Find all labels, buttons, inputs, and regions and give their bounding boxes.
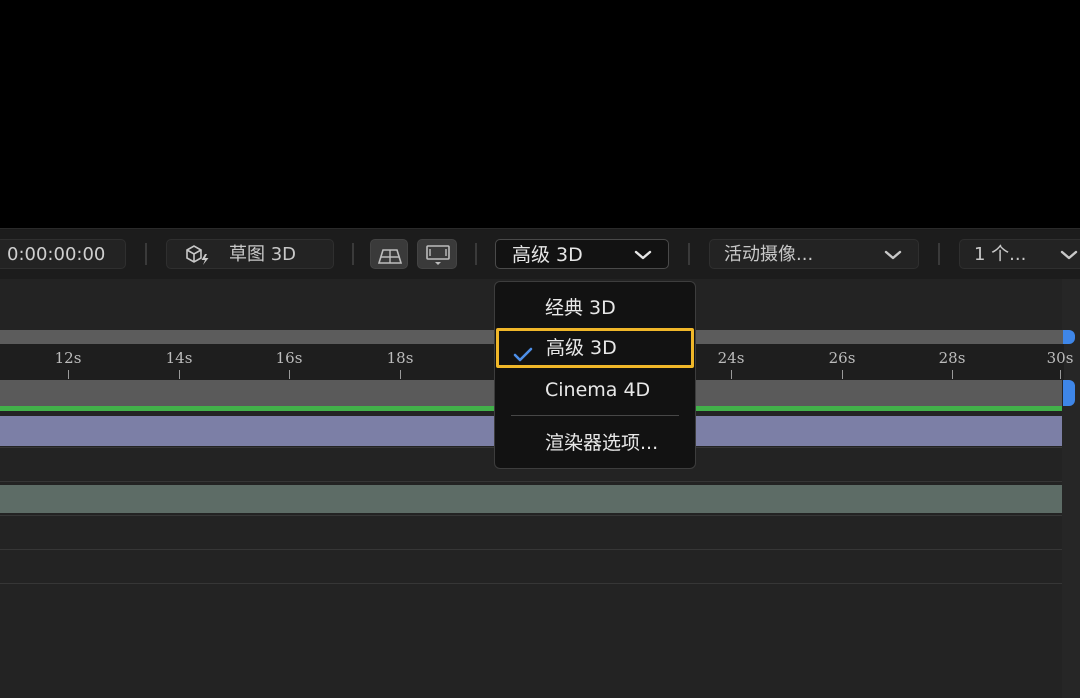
- camera-dropdown-value: 活动摄像...: [724, 244, 814, 265]
- tick-label: 24s: [717, 349, 745, 367]
- timecode-text: 0:00:00:00: [7, 244, 106, 265]
- chevron-down-icon: [882, 244, 904, 268]
- chevron-down-icon: [632, 244, 654, 268]
- ground-plane-icon: [376, 246, 404, 268]
- camera-dropdown[interactable]: 活动摄像...: [709, 239, 919, 269]
- tick-label: 30s: [1046, 349, 1074, 367]
- menu-item-renderer-options[interactable]: 渲染器选项...: [495, 423, 695, 463]
- time-navigator-end-handle[interactable]: [1063, 330, 1075, 344]
- tick-label: 26s: [828, 349, 856, 367]
- menu-item-advanced-3d[interactable]: 高级 3D: [496, 328, 694, 368]
- work-area-end-handle[interactable]: [1063, 380, 1075, 406]
- layer-bar[interactable]: [0, 485, 1062, 513]
- tick-label: 28s: [938, 349, 966, 367]
- tick-mark: [179, 370, 180, 379]
- menu-separator: [511, 415, 679, 416]
- tick-label: 18s: [386, 349, 414, 367]
- timecode-display[interactable]: 0:00:00:00: [0, 239, 126, 269]
- views-layout-value: 1 个...: [974, 244, 1027, 265]
- tick-label: 14s: [165, 349, 193, 367]
- toolbar-separator: [145, 243, 147, 265]
- toolbar-separator: [688, 243, 690, 265]
- toolbar-separator: [938, 243, 940, 265]
- tick-mark: [68, 370, 69, 379]
- tick-label: 16s: [275, 349, 303, 367]
- chevron-down-icon: [1058, 244, 1080, 268]
- toolbar-separator: [352, 243, 354, 265]
- row-divider: [0, 549, 1062, 550]
- tick-mark: [289, 370, 290, 379]
- row-divider: [0, 481, 1062, 482]
- views-layout-dropdown[interactable]: 1 个...: [959, 239, 1080, 269]
- draft-3d-icon: [183, 244, 213, 268]
- draft-3d-label: 草图 3D: [229, 244, 297, 265]
- draft-3d-button[interactable]: 草图 3D: [166, 239, 334, 269]
- ground-plane-button[interactable]: [370, 239, 408, 269]
- composition-viewer: [0, 0, 1080, 228]
- extended-viewer-button[interactable]: [417, 239, 457, 269]
- tick-mark: [731, 370, 732, 379]
- renderer-menu: 经典 3D 高级 3D Cinema 4D 渲染器选项...: [494, 281, 696, 469]
- toolbar-separator: [475, 243, 477, 265]
- tick-label: 12s: [54, 349, 82, 367]
- renderer-dropdown-value: 高级 3D: [512, 244, 583, 266]
- tick-mark: [1060, 370, 1061, 379]
- menu-item-label: 渲染器选项...: [545, 432, 659, 454]
- checkmark-icon: [513, 340, 533, 374]
- extended-viewer-icon: [424, 244, 452, 268]
- viewer-toolbar: 0:00:00:00 草图 3D 高级 3D 活动摄像... 1 个...: [0, 228, 1080, 280]
- renderer-dropdown[interactable]: 高级 3D: [495, 239, 669, 269]
- menu-item-label: 经典 3D: [545, 297, 616, 319]
- menu-item-cinema-4d[interactable]: Cinema 4D: [495, 370, 695, 410]
- menu-item-classic-3d[interactable]: 经典 3D: [495, 288, 695, 328]
- menu-item-label: Cinema 4D: [545, 379, 651, 401]
- tick-mark: [400, 370, 401, 379]
- menu-item-label: 高级 3D: [546, 337, 617, 359]
- tick-mark: [952, 370, 953, 379]
- row-divider: [0, 583, 1062, 584]
- row-divider: [0, 515, 1062, 516]
- tick-mark: [842, 370, 843, 379]
